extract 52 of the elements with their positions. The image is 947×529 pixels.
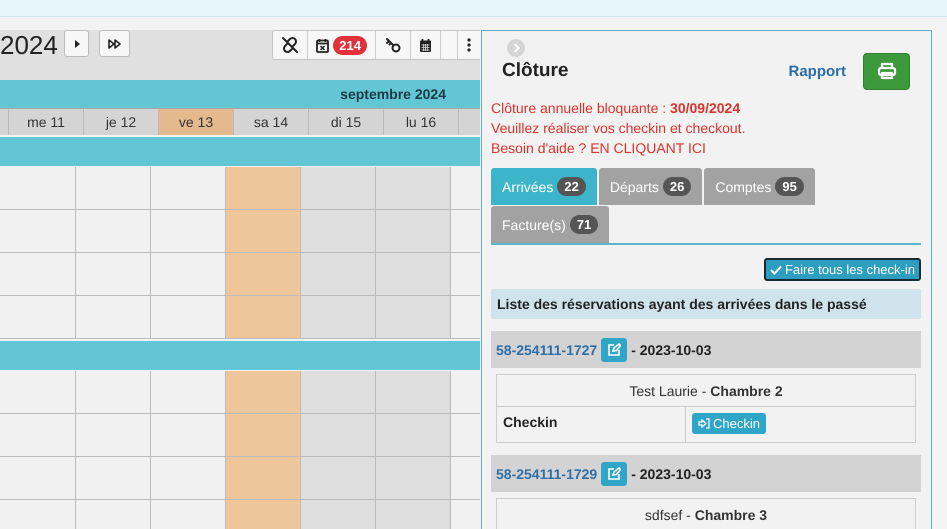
key-icon [384,36,402,54]
fast-forward-button[interactable] [99,30,130,57]
day-header: sa 14 [233,109,308,135]
guest-cell-text: Test Laurie - Chambre 2 [628,382,784,400]
more-icon [467,38,471,52]
tab[interactable]: Comptes 95 [704,168,815,205]
report-link[interactable]: Rapport [788,62,846,80]
checkin-button[interactable]: Checkin [692,413,766,434]
panel-title: Clôture [502,60,568,82]
edit-icon [607,466,622,480]
booking-link[interactable]: 58-254111-1727 [496,342,598,358]
edit-button[interactable] [601,338,628,362]
count-badge: 26 [662,177,692,196]
day-header: ve 13 [158,109,233,135]
broken-link-icon [281,36,300,54]
tab[interactable]: Arrivées 22 [491,168,597,205]
sign-in-icon [698,418,710,429]
day-header: di 15 [308,109,383,135]
reservation-date: - 2023-10-03 [631,342,712,358]
section-heading: Liste des réservations ayant des arrivées dans le passé [491,289,921,319]
count-badge: 22 [557,177,586,196]
check-icon [770,264,782,274]
reservation-date: - 2023-10-03 [631,466,712,482]
alert-text: Veuillez réaliser vos checkin et checkout. [491,119,746,138]
print-button[interactable] [863,52,910,90]
play-icon [72,38,80,48]
edit-icon [607,342,622,356]
day-header: me 11 [8,109,83,135]
month-label: septembre 2024 [340,86,446,102]
tab-label: Départs [610,178,659,194]
printer-icon [876,62,896,80]
year-title: 2024 [0,31,59,59]
tab-label: Arrivées [502,178,554,194]
edit-button[interactable] [601,462,628,486]
count-badge: 95 [775,177,804,196]
day-header: lu 16 [383,109,458,135]
count-badge: 214 [333,36,367,54]
calendar-icon [419,38,432,52]
tab-label: Comptes [715,178,772,194]
fast-forward-icon [108,38,122,48]
tab[interactable]: Départs 26 [598,168,702,205]
tab-label: Facture(s) [502,216,566,232]
alert-text: Clôture annuelle bloquante : 30/09/2024 [491,99,742,118]
booking-link[interactable]: 58-254111-1729 [496,466,598,482]
alert-text: Besoin d'aide ? EN CLIQUANT ICI [491,139,707,158]
table-cell: Checkin [497,407,686,442]
next-button[interactable] [64,30,89,57]
guest-cell-text: sdfsef - Chambre 3 [644,506,768,524]
calendar-x-icon [316,38,330,52]
check-in-all-button[interactable]: Faire tous les check-in [764,258,921,281]
tab[interactable]: Facture(s) 71 [491,206,610,243]
count-badge: 71 [570,215,598,234]
